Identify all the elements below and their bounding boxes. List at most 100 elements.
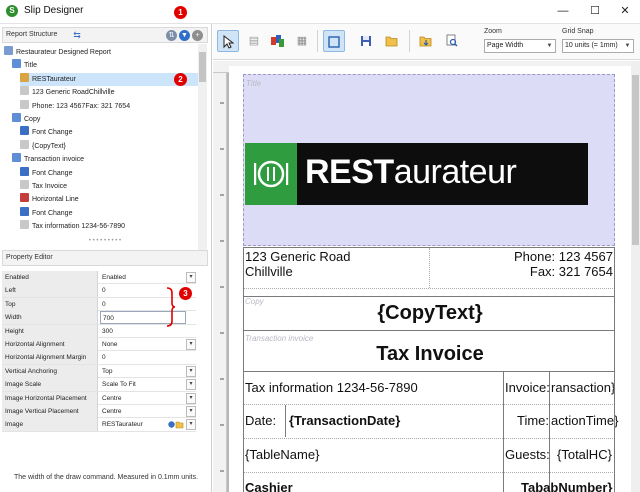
chevron-down-icon[interactable]: ▾ bbox=[186, 272, 196, 283]
property-value[interactable]: 0 bbox=[100, 351, 186, 364]
minimize-button[interactable]: — bbox=[548, 3, 578, 19]
copy-text-field[interactable]: {CopyText} bbox=[229, 302, 631, 325]
canvas-scrollbar[interactable] bbox=[631, 61, 640, 492]
tax-invoice-heading[interactable]: Tax Invoice bbox=[229, 343, 631, 366]
chevron-down-icon[interactable]: ▾ bbox=[186, 379, 196, 391]
preview-icon bbox=[446, 34, 458, 47]
panel-splitter[interactable]: • • • • • • • • • bbox=[2, 238, 208, 245]
chevron-down-icon[interactable]: ▾ bbox=[186, 338, 196, 350]
maximize-button[interactable]: ☐ bbox=[580, 3, 610, 19]
tree-item[interactable]: Font Change bbox=[20, 206, 72, 220]
zoom-select[interactable]: Page Width ▼ bbox=[484, 39, 556, 53]
row-separator bbox=[243, 438, 615, 439]
pointer-tool-button[interactable] bbox=[217, 30, 239, 52]
page-tool-button[interactable]: ▤ bbox=[243, 30, 265, 52]
report-structure-title: Report Structure bbox=[6, 31, 58, 38]
property-value[interactable]: Centre bbox=[100, 405, 186, 418]
layers-tool-button[interactable]: ▦ bbox=[291, 30, 313, 52]
toolbar-separator bbox=[409, 30, 410, 52]
tree-item[interactable]: Restaurateur Designed Report bbox=[4, 46, 111, 59]
property-value[interactable]: Centre bbox=[100, 392, 186, 405]
toolbar-separator bbox=[317, 30, 318, 52]
grid-snap-label: Grid Snap bbox=[562, 28, 594, 35]
sort-icon[interactable]: ⇅ bbox=[166, 30, 177, 41]
property-value[interactable]: Top bbox=[100, 365, 186, 378]
tree-item[interactable]: Tax information 1234-56-7890 bbox=[20, 220, 125, 233]
image-icon bbox=[20, 72, 29, 82]
left-panel: Report Structure ⇆ ⇅ ▼ + Restaurateur De… bbox=[0, 24, 212, 492]
tree-item[interactable]: Copy bbox=[12, 113, 40, 126]
title-band[interactable]: Title RESTaurateur bbox=[243, 74, 615, 246]
save-button[interactable] bbox=[355, 30, 377, 52]
horizontal-line-element[interactable] bbox=[243, 371, 615, 372]
open-button[interactable] bbox=[381, 30, 403, 52]
preview-button[interactable] bbox=[441, 30, 463, 52]
date-value[interactable]: {TransactionDate} bbox=[289, 413, 400, 428]
property-value[interactable]: Enabled bbox=[100, 271, 186, 284]
tree-item[interactable]: {CopyText} bbox=[20, 139, 66, 153]
tree-item[interactable]: Transaction invoice bbox=[12, 153, 84, 166]
tax-info-text[interactable]: Tax information 1234-56-7890 bbox=[245, 380, 418, 395]
image-picker-icon[interactable] bbox=[168, 420, 184, 429]
property-name: Image bbox=[2, 418, 98, 432]
guests-value[interactable]: {TotalHC} bbox=[557, 447, 612, 462]
select-region-button[interactable] bbox=[323, 30, 345, 52]
property-value[interactable]: None bbox=[100, 338, 186, 351]
chevron-down-icon[interactable]: ▾ bbox=[186, 392, 196, 404]
tree-item[interactable]: Horizontal Line bbox=[20, 193, 79, 206]
property-value[interactable]: Scale To Fit bbox=[100, 378, 186, 391]
property-name: Image Horizontal Placement bbox=[2, 391, 98, 405]
property-row[interactable]: Horizontal Alignment None ▾ bbox=[2, 337, 196, 352]
restaurateur-logo-image[interactable]: RESTaurateur bbox=[245, 143, 588, 205]
tree-item[interactable]: Title bbox=[12, 59, 37, 72]
tab-number-field[interactable]: TababNumber} bbox=[521, 480, 613, 492]
property-row[interactable]: Image Scale Scale To Fit ▾ bbox=[2, 378, 196, 392]
cashier-label[interactable]: Cashier bbox=[245, 480, 293, 492]
phone-text[interactable]: Phone: 123 4567 bbox=[514, 249, 613, 264]
tree-scrollbar[interactable] bbox=[198, 44, 207, 256]
tree-item[interactable]: 123 Generic RoadChillville bbox=[20, 86, 115, 99]
logo-light-text: aurateur bbox=[393, 153, 517, 191]
text-icon bbox=[20, 139, 29, 149]
time-value[interactable]: actionTime} bbox=[551, 413, 618, 428]
date-label[interactable]: Date: bbox=[245, 413, 276, 428]
chevron-down-icon[interactable]: ▾ bbox=[186, 405, 196, 417]
page-left-border bbox=[243, 247, 244, 492]
chevron-down-icon[interactable]: ▾ bbox=[186, 419, 196, 431]
chevron-down-icon[interactable]: ▾ bbox=[186, 365, 196, 377]
property-row[interactable]: Image RESTaurateur ▾ bbox=[2, 418, 196, 432]
text-icon bbox=[20, 86, 29, 96]
band-label-title: Title bbox=[246, 79, 262, 88]
tree-item[interactable]: Font Change bbox=[20, 126, 72, 139]
property-row[interactable]: Image Horizontal Placement Centre ▾ bbox=[2, 391, 196, 405]
address-line-2[interactable]: Chillville bbox=[245, 264, 293, 279]
property-row[interactable]: Horizontal Alignment Margin 0 bbox=[2, 351, 196, 365]
table-name-field[interactable]: {TableName} bbox=[245, 447, 319, 462]
property-row[interactable]: Vertical Anchoring Top ▾ bbox=[2, 364, 196, 379]
address-line-1[interactable]: 123 Generic Road bbox=[245, 249, 351, 264]
time-label[interactable]: Time: bbox=[517, 413, 549, 428]
colors-tool-button[interactable] bbox=[267, 30, 289, 52]
invoice-label[interactable]: Invoice: bbox=[505, 380, 550, 395]
close-button[interactable]: ✕ bbox=[610, 3, 640, 19]
tree-item[interactable]: RESTaurateur bbox=[20, 72, 198, 86]
import-button[interactable] bbox=[415, 30, 437, 52]
guests-label[interactable]: Guests: bbox=[505, 447, 550, 462]
invoice-value[interactable]: ransaction} bbox=[551, 380, 615, 395]
column-divider bbox=[285, 405, 286, 437]
report-page[interactable]: Title RESTaurateur 123 Generic Road Chil… bbox=[229, 66, 631, 492]
grid-snap-select[interactable]: 10 units (= 1mm) ▼ bbox=[562, 39, 634, 53]
tree-item[interactable]: Phone: 123 4567Fax: 321 7654 bbox=[20, 99, 130, 113]
property-row[interactable]: Image Vertical Placement Centre ▾ bbox=[2, 404, 196, 419]
property-row[interactable]: Enabled Enabled ▾ bbox=[2, 271, 196, 285]
canvas-scroll-thumb[interactable] bbox=[632, 75, 639, 245]
structure-tab-icon[interactable]: ⇆ bbox=[71, 29, 83, 41]
fax-text[interactable]: Fax: 321 7654 bbox=[530, 264, 613, 279]
move-down-icon[interactable]: ▼ bbox=[179, 30, 190, 41]
design-canvas-area: Title RESTaurateur 123 Generic Road Chil… bbox=[213, 61, 640, 492]
add-icon[interactable]: + bbox=[192, 30, 203, 41]
tree-scroll-thumb[interactable] bbox=[199, 52, 206, 82]
tree-item-label: Font Change bbox=[32, 169, 73, 177]
tree-item[interactable]: Tax Invoice bbox=[20, 180, 67, 193]
tree-item[interactable]: Font Change bbox=[20, 166, 73, 180]
